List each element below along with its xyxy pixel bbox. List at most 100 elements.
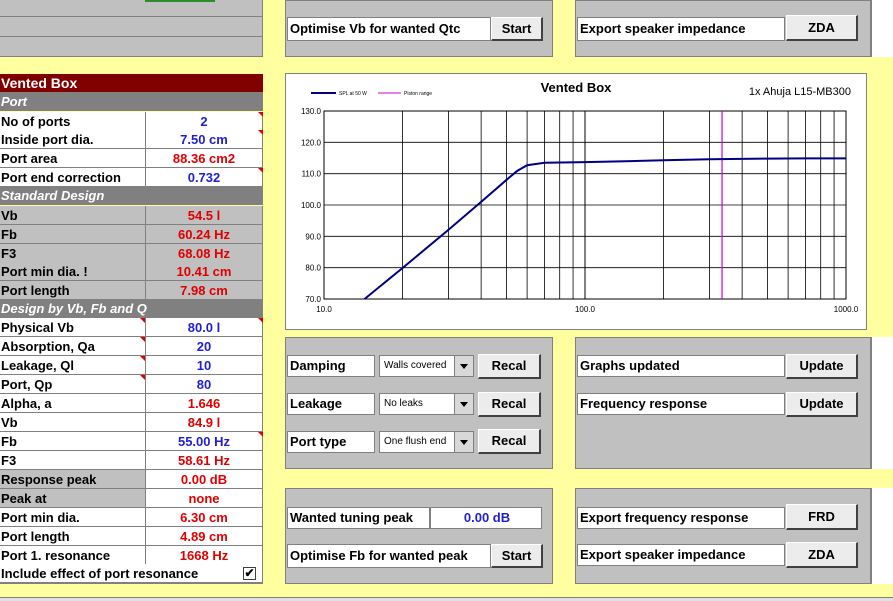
y-tick-label: 100.0 [301, 201, 322, 210]
row-value: 58.61 Hz [146, 451, 263, 470]
damping-dropdown[interactable]: Walls covered [379, 355, 474, 377]
damping-dropdown-arrow-icon[interactable] [454, 356, 473, 376]
port-type-dropdown[interactable]: One flush end [379, 431, 474, 453]
export-impedance-bottom-label: Export speaker impedance [577, 544, 785, 566]
top-left-cell-3 [0, 37, 263, 57]
frd-export-button[interactable]: FRD [786, 504, 858, 530]
row-label: Fb [0, 225, 146, 244]
row-value[interactable]: 55.00 Hz [146, 432, 263, 451]
tuning-peak-panel: Wanted tuning peak 0.00 dB Optimise Fb f… [285, 488, 553, 584]
row-label: F3 [0, 244, 146, 263]
table-row: F3 58.61 Hz [0, 451, 263, 470]
x-tick-label: 10.0 [316, 305, 332, 314]
y-tick-label: 130.0 [301, 107, 322, 116]
standard-design-header: Standard Design [0, 187, 263, 205]
top-left-cell-2 [0, 17, 263, 37]
table-row: Vb 84.9 l [0, 413, 263, 432]
table-row: Absorption, Qa 20 [0, 337, 263, 356]
row-value[interactable]: 20 [146, 337, 263, 356]
include-port-resonance-row: Include effect of port resonance ✔ [0, 564, 263, 583]
row-value: 1668 Hz [146, 546, 263, 565]
y-tick-label: 90.0 [305, 232, 321, 241]
include-port-resonance-checkbox[interactable]: ✔ [243, 567, 256, 580]
table-row: Physical Vb 80.0 l [0, 318, 263, 337]
row-value[interactable]: 0.732 [146, 168, 263, 187]
table-row: Vb 54.5 l [0, 206, 263, 225]
graphs-update-button[interactable]: Update [786, 354, 858, 379]
row-label: Port length [0, 281, 146, 300]
leakage-recal-button[interactable]: Recal [478, 392, 541, 417]
wanted-tuning-peak-value[interactable]: 0.00 dB [430, 507, 542, 529]
table-row: Port, Qp 80 [0, 375, 263, 394]
row-value: 7.98 cm [146, 281, 263, 300]
row-label: Port end correction [0, 168, 146, 187]
row-label: Port min dia. ! [0, 262, 146, 281]
leakage-dropdown[interactable]: No leaks [379, 393, 474, 415]
table-row: Fb 60.24 Hz [0, 225, 263, 244]
y-tick-label: 70.0 [305, 295, 321, 304]
port-type-dropdown-arrow-icon[interactable] [454, 432, 473, 452]
table-row: Port length 4.89 cm [0, 527, 263, 546]
table-row: Alpha, a 1.646 [0, 394, 263, 413]
damping-value: Walls covered [384, 360, 447, 371]
comment-marker-icon [140, 356, 145, 361]
top-right-edge [871, 0, 893, 57]
row-value: 0.00 dB [146, 470, 263, 489]
row-label: Vb [0, 206, 146, 225]
port-type-label: Port type [287, 431, 375, 453]
vented-box-left-bottom [0, 583, 263, 584]
table-row: Inside port dia. 7.50 cm [0, 130, 263, 149]
row-label: Absorption, Qa [0, 337, 146, 356]
design-vb-fb-q-header: Design by Vb, Fb and Q [0, 300, 263, 318]
row-value: 54.5 l [146, 206, 263, 225]
comment-marker-icon [258, 318, 263, 323]
leakage-dropdown-arrow-icon[interactable] [454, 394, 473, 414]
row-value[interactable]: 80 [146, 375, 263, 394]
row-label: Port, Qp [0, 375, 146, 394]
row-value[interactable]: 10 [146, 356, 263, 375]
vented-box-chart: 70.0 80.0 90.0 100.0 110.0 120.0 130.0 10.0 100.… [301, 80, 859, 314]
top-left-green-mark [145, 0, 215, 2]
export-panel: Export frequency response FRD Export spe… [575, 488, 871, 584]
y-tick-label: 120.0 [301, 138, 322, 147]
legend-spl-label: SPL at 50 W [339, 91, 367, 97]
leakage-label: Leakage [287, 393, 375, 415]
row-label: No of ports [0, 112, 146, 131]
table-row: Leakage, Ql 10 [0, 356, 263, 375]
row-value: 68.08 Hz [146, 244, 263, 263]
wanted-tuning-peak-label: Wanted tuning peak [287, 507, 430, 529]
row-value[interactable]: 7.50 cm [146, 130, 263, 149]
table-row: Peak at none [0, 489, 263, 508]
row-value[interactable]: 80.0 l [146, 318, 263, 337]
zda-bottom-button[interactable]: ZDA [786, 542, 858, 568]
frequency-response-update-button[interactable]: Update [786, 392, 858, 417]
comment-marker-icon [140, 318, 145, 323]
y-tick-label: 110.0 [302, 170, 322, 179]
chart-title: Vented Box [541, 80, 613, 95]
leakage-value: No leaks [384, 398, 423, 409]
row-value: none [146, 489, 263, 508]
row-value: 6.30 cm [146, 508, 263, 527]
row-value: 84.9 l [146, 413, 263, 432]
table-row: Port length 7.98 cm [0, 281, 263, 300]
controls-right-edge [871, 337, 893, 469]
port-type-value: One flush end [384, 436, 447, 447]
optimise-fb-label: Optimise Fb for wanted peak [287, 544, 491, 568]
zda-top-button[interactable]: ZDA [786, 15, 858, 41]
optimise-fb-start-button[interactable]: Start [491, 544, 543, 568]
export-impedance-top-label: Export speaker impedance [577, 17, 785, 41]
optimise-vb-start-button[interactable]: Start [491, 17, 543, 41]
chart-subtitle: 1x Ahuja L15-MB300 [749, 86, 851, 98]
table-row: Port end correction 0.732 [0, 168, 263, 187]
port-type-recal-button[interactable]: Recal [478, 429, 541, 454]
damping-recal-button[interactable]: Recal [478, 354, 541, 379]
row-label: Leakage, Ql [0, 356, 146, 375]
row-label: Physical Vb [0, 318, 146, 337]
row-value[interactable]: 2 [146, 112, 263, 131]
comment-marker-icon [140, 337, 145, 342]
table-row: No of ports 2 [0, 112, 263, 131]
row-label: Response peak [0, 470, 146, 489]
row-value: 4.89 cm [146, 527, 263, 546]
row-value: 10.41 cm [146, 262, 263, 281]
update-panel: Graphs updated Update Frequency response… [575, 337, 871, 469]
